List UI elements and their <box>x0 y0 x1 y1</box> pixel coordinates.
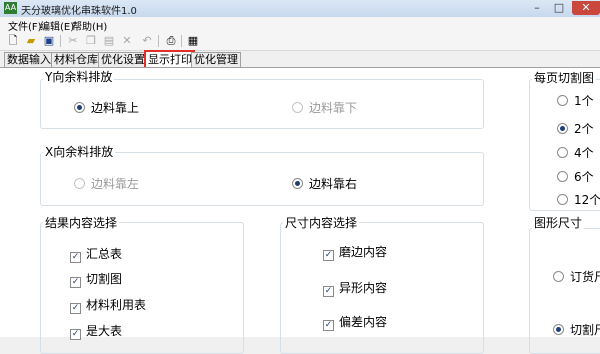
grid-icon[interactable]: ▦ <box>186 34 200 48</box>
check-mark: ✓ <box>70 329 81 340</box>
radio-indicator <box>557 194 568 205</box>
check-edging[interactable]: ✓ 磨边内容 <box>323 243 387 261</box>
shape-size-title: 图形尺寸 <box>532 214 585 231</box>
size-content-title: 尺寸内容选择 <box>283 214 360 231</box>
menu-bar: 文件(F) 编辑(E) 帮助(H) <box>0 17 600 33</box>
print-icon[interactable]: ⎙ <box>164 34 178 48</box>
radio-x-left-label: 边料靠左 <box>91 177 140 191</box>
toolbar-separator <box>158 35 159 47</box>
radio-order-size-label: 订货尺 <box>570 270 600 284</box>
check-summary[interactable]: ✓ 汇总表 <box>70 245 122 263</box>
radio-page-1[interactable]: 1个 <box>557 92 594 109</box>
radio-cut-size-label: 切割尺 <box>570 323 600 337</box>
menu-file[interactable]: 文件(F) <box>8 18 42 33</box>
cut-icon[interactable]: ✂ <box>66 34 80 48</box>
window-title: 天分玻璃优化串珠软件1.0 <box>21 6 137 17</box>
radio-indicator <box>74 178 85 189</box>
radio-indicator <box>292 102 303 113</box>
tab-data-input[interactable]: 数据输入 <box>4 52 54 67</box>
check-large-table[interactable]: ✓ 是大表 <box>70 322 122 340</box>
menu-edit[interactable]: 编辑(E) <box>40 18 74 33</box>
tab-content: Y向余料排放 边料靠上 边料靠下 X向余料排放 边料靠左 边料靠右 结果内容选择… <box>0 67 600 354</box>
radio-y-top[interactable]: 边料靠上 <box>74 99 139 116</box>
check-mark: ✓ <box>70 252 81 263</box>
radio-indicator <box>557 171 568 182</box>
radio-x-right-label: 边料靠右 <box>309 177 358 191</box>
check-material-usage[interactable]: ✓ 材料利用表 <box>70 296 146 314</box>
radio-page-4-label: 4个 <box>574 146 594 160</box>
check-cut-diagram[interactable]: ✓ 切割图 <box>70 270 122 288</box>
radio-page-4[interactable]: 4个 <box>557 144 594 161</box>
x-scrap-title: X向余料排放 <box>43 143 116 160</box>
paste-icon[interactable]: ▤ <box>102 34 116 48</box>
check-mark: ✓ <box>323 286 334 297</box>
radio-page-12-label: 12个 <box>574 193 600 207</box>
check-mark: ✓ <box>323 320 334 331</box>
y-scrap-title: Y向余料排放 <box>43 68 115 85</box>
result-content-title: 结果内容选择 <box>43 214 120 231</box>
radio-page-1-label: 1个 <box>574 94 594 108</box>
minimize-button[interactable]: – <box>526 1 548 15</box>
menu-help[interactable]: 帮助(H) <box>72 18 107 33</box>
check-material-usage-label: 材料利用表 <box>86 298 147 312</box>
radio-y-top-label: 边料靠上 <box>91 101 140 115</box>
check-edging-label: 磨边内容 <box>339 245 388 259</box>
copy-icon[interactable]: ❐ <box>84 34 98 48</box>
tab-strip: 数据输入 材料仓库 优化设置 显示打印 优化管理 <box>0 50 600 71</box>
app-icon: AA <box>4 2 17 14</box>
radio-x-left[interactable]: 边料靠左 <box>74 175 139 192</box>
check-deviation-label: 偏差内容 <box>339 315 388 329</box>
open-folder-icon[interactable]: ▰ <box>24 34 38 48</box>
close-button[interactable]: ✕ <box>572 1 600 15</box>
radio-indicator <box>292 178 303 189</box>
radio-indicator <box>553 271 564 282</box>
check-cut-diagram-label: 切割图 <box>86 272 123 286</box>
radio-order-size[interactable]: 订货尺 <box>553 268 600 285</box>
check-shaped-label: 异形内容 <box>339 281 388 295</box>
page-diagram-title: 每页切割图 <box>532 69 597 86</box>
radio-page-6-label: 6个 <box>574 170 594 184</box>
tab-optimize-settings[interactable]: 优化设置 <box>98 52 148 67</box>
radio-indicator <box>553 324 564 335</box>
title-bar: AA 天分玻璃优化串珠软件1.0 – □ ✕ <box>0 0 600 18</box>
check-mark: ✓ <box>70 303 81 314</box>
radio-indicator <box>557 147 568 158</box>
radio-page-2[interactable]: 2个 <box>557 120 594 137</box>
radio-indicator <box>557 123 568 134</box>
radio-indicator <box>557 95 568 106</box>
radio-y-bottom[interactable]: 边料靠下 <box>292 99 357 116</box>
radio-page-12[interactable]: 12个 <box>557 191 600 208</box>
toolbar-separator <box>60 35 61 47</box>
save-icon[interactable]: ▣ <box>42 34 56 48</box>
tab-material-store[interactable]: 材料仓库 <box>51 52 101 67</box>
radio-indicator <box>74 102 85 113</box>
check-shaped[interactable]: ✓ 异形内容 <box>323 279 387 297</box>
radio-page-6[interactable]: 6个 <box>557 168 594 185</box>
check-deviation[interactable]: ✓ 偏差内容 <box>323 313 387 331</box>
delete-icon[interactable]: ✕ <box>120 34 134 48</box>
tab-optimize-manage[interactable]: 优化管理 <box>191 52 241 67</box>
radio-page-2-label: 2个 <box>574 122 594 136</box>
radio-cut-size[interactable]: 切割尺 <box>553 321 600 338</box>
toolbar: 🗋 ▰ ▣ ✂ ❐ ▤ ✕ ↶ ⎙ ▦ <box>0 32 600 51</box>
check-mark: ✓ <box>323 250 334 261</box>
new-file-icon[interactable]: 🗋 <box>6 34 20 48</box>
undo-icon[interactable]: ↶ <box>140 34 154 48</box>
check-mark: ✓ <box>70 277 81 288</box>
toolbar-separator <box>181 35 182 47</box>
radio-x-right[interactable]: 边料靠右 <box>292 175 357 192</box>
radio-y-bottom-label: 边料靠下 <box>309 101 358 115</box>
check-summary-label: 汇总表 <box>86 247 123 261</box>
maximize-button[interactable]: □ <box>548 1 570 15</box>
